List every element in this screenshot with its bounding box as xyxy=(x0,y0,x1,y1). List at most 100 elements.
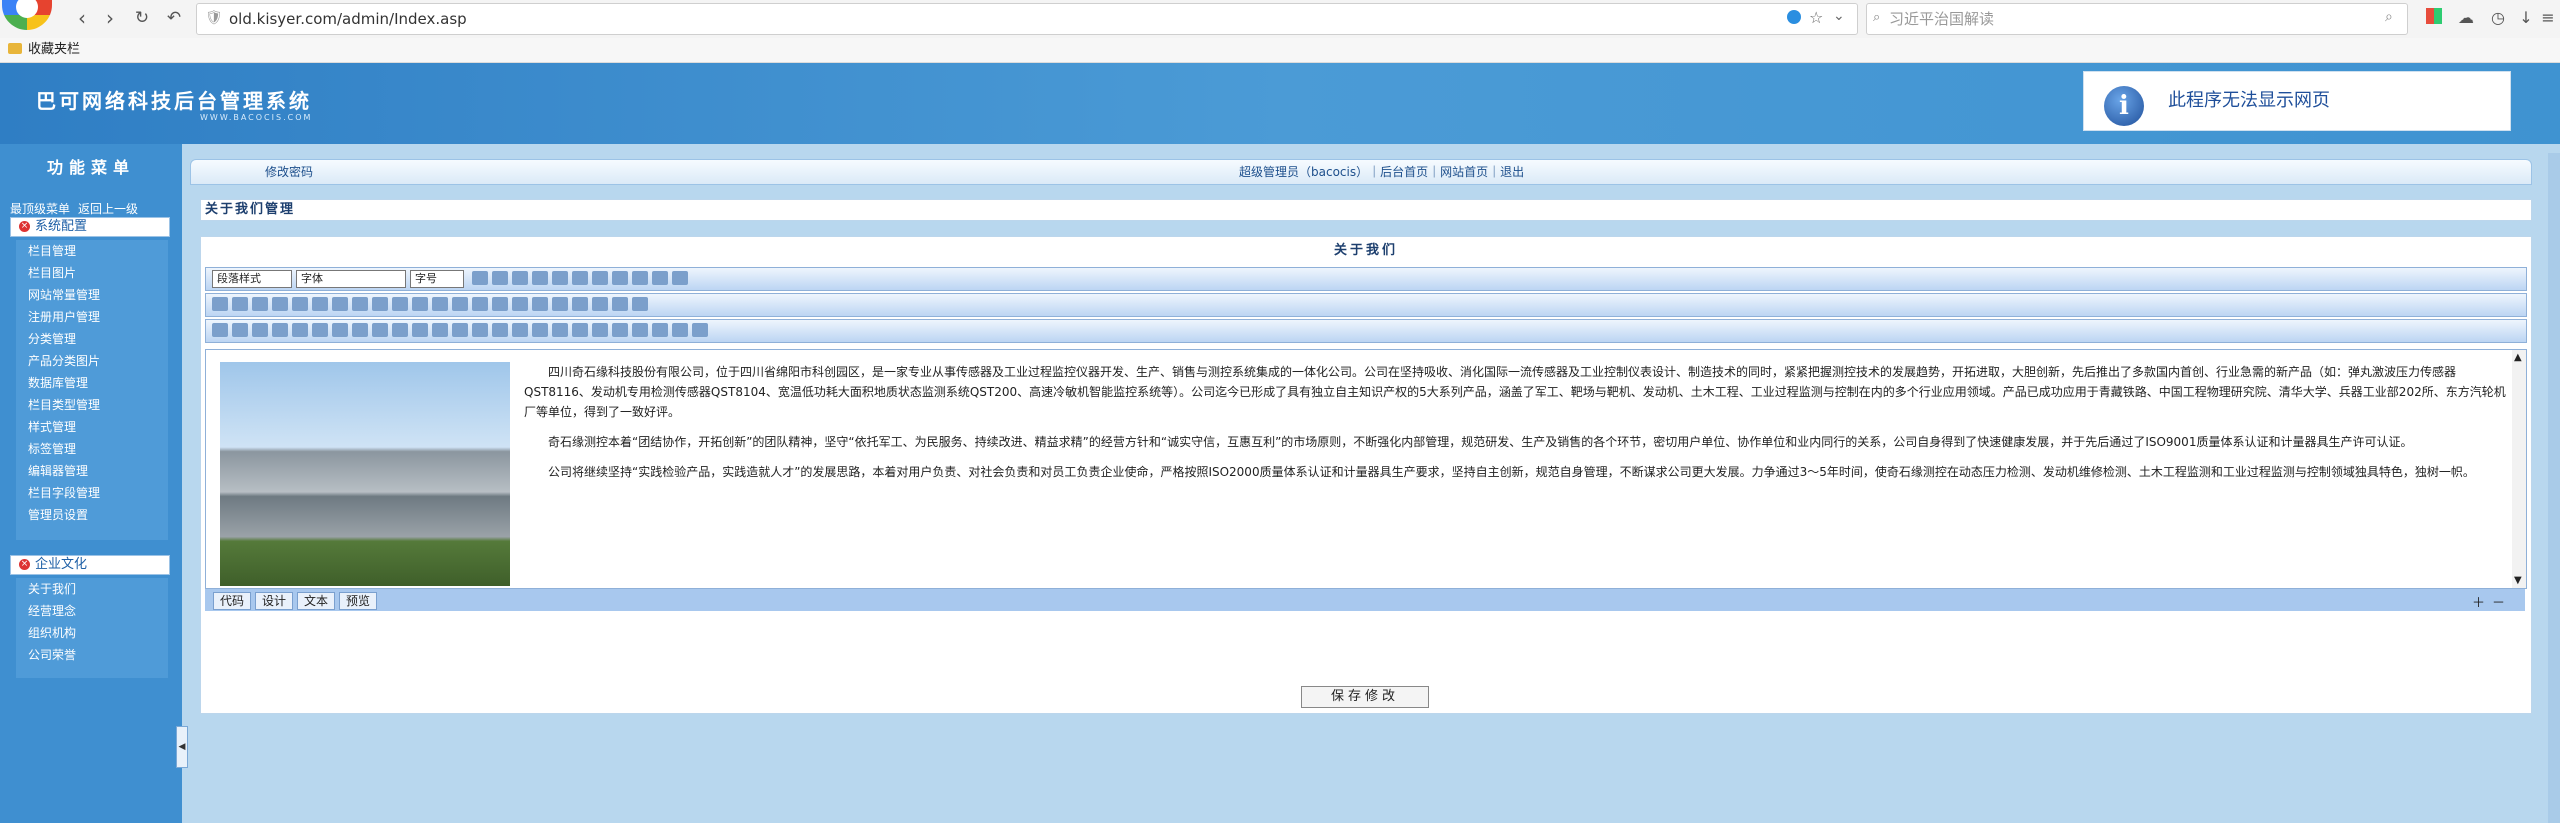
forward-icon[interactable]: › xyxy=(98,5,122,31)
star-icon[interactable]: ☆ xyxy=(1809,8,1823,27)
format-icon[interactable] xyxy=(592,297,608,311)
paragraph-style-select[interactable]: 段落样式 xyxy=(212,270,292,288)
replace-icon[interactable] xyxy=(552,297,568,311)
size-select[interactable]: 字号 xyxy=(410,270,464,288)
print-icon[interactable] xyxy=(572,297,588,311)
sidebar-item[interactable]: 公司荣誉 xyxy=(16,644,168,666)
unlink-icon[interactable] xyxy=(452,323,468,337)
scrollbar[interactable]: ▲ ▼ xyxy=(2512,350,2526,588)
editor-content[interactable]: 四川奇石缘科技股份有限公司，位于四川省绵阳市科创园区，是一家专业从事传感器及工业… xyxy=(205,349,2527,589)
sidebar-item[interactable]: 标签管理 xyxy=(16,438,168,460)
mode-text-button[interactable]: 文本 xyxy=(297,592,336,610)
pen-icon[interactable] xyxy=(552,323,568,337)
sidebar-item[interactable]: 网站常量管理 xyxy=(16,284,168,306)
align-justify-icon[interactable] xyxy=(672,271,689,285)
user-links[interactable]: 超级管理员（bacocis）｜后台首页｜网站首页｜退出 xyxy=(1239,160,1524,184)
unordered-list-icon[interactable] xyxy=(452,297,468,311)
sidebar-item[interactable]: 编辑器管理 xyxy=(16,460,168,482)
sidebar-item[interactable]: 栏目管理 xyxy=(16,240,168,262)
copy-format-icon[interactable] xyxy=(332,323,348,337)
fullscreen-icon[interactable] xyxy=(672,323,688,337)
form-icon[interactable] xyxy=(372,323,388,337)
address-bar[interactable]: 🛡 old.kisyer.com/admin/Index.asp ☆ ⌄ xyxy=(196,3,1858,35)
sidebar-item[interactable]: 组织机构 xyxy=(16,622,168,644)
superscript-icon[interactable] xyxy=(552,271,569,285)
preview-icon[interactable] xyxy=(612,297,628,311)
sidebar-item[interactable]: 分类管理 xyxy=(16,328,168,350)
save-button[interactable]: 保存修改 xyxy=(1301,686,1429,708)
font-size-icon[interactable] xyxy=(592,271,609,285)
pointer-icon[interactable] xyxy=(412,297,428,311)
sidebar-item[interactable]: 栏目类型管理 xyxy=(16,394,168,416)
align-right-icon[interactable] xyxy=(652,271,669,285)
strike-icon[interactable] xyxy=(532,271,549,285)
back-icon[interactable]: ‹ xyxy=(70,5,94,31)
cut-icon[interactable] xyxy=(212,297,228,311)
top-menu-link[interactable]: 最顶级菜单 xyxy=(10,202,70,216)
undo-icon[interactable] xyxy=(352,297,368,311)
paragraph-icon[interactable] xyxy=(512,297,528,311)
table-icon[interactable] xyxy=(352,323,368,337)
mode-design-button[interactable]: 设计 xyxy=(255,592,294,610)
attachment-icon[interactable] xyxy=(272,323,288,337)
align-left-icon[interactable] xyxy=(612,271,629,285)
ie-mode-icon[interactable] xyxy=(1787,10,1801,24)
globe-icon[interactable] xyxy=(572,323,588,337)
gallery-icon[interactable] xyxy=(632,323,648,337)
help-icon[interactable] xyxy=(692,323,708,337)
find-icon[interactable] xyxy=(292,297,308,311)
sidebar-item[interactable]: 样式管理 xyxy=(16,416,168,438)
paste-icon[interactable] xyxy=(252,297,268,311)
group-corporate-culture[interactable]: × 企业文化 xyxy=(10,555,170,575)
insert-media-icon[interactable] xyxy=(252,323,268,337)
underline-icon[interactable] xyxy=(512,271,529,285)
indent-icon[interactable] xyxy=(472,297,488,311)
input-icon[interactable] xyxy=(412,323,428,337)
hr-icon[interactable] xyxy=(392,323,408,337)
subscript-icon[interactable] xyxy=(572,271,589,285)
sidebar-item[interactable]: 管理员设置 xyxy=(16,504,168,526)
photo-icon[interactable] xyxy=(612,323,628,337)
expand-icon[interactable]: ＋ xyxy=(2472,592,2485,611)
content-text[interactable]: 四川奇石缘科技股份有限公司，位于四川省绵阳市科创园区，是一家专业从事传感器及工业… xyxy=(220,362,2510,586)
document-icon[interactable] xyxy=(292,323,308,337)
back-link[interactable]: 返回上一级 xyxy=(78,202,138,216)
anchor-icon[interactable] xyxy=(472,323,488,337)
clock-icon[interactable]: ◷ xyxy=(2486,5,2510,31)
sidebar-item[interactable]: 关于我们 xyxy=(16,578,168,600)
mode-code-button[interactable]: 代码 xyxy=(213,592,252,610)
sidebar-toggle-icon[interactable]: ◀ xyxy=(176,726,188,768)
cloud-icon[interactable]: ☁ xyxy=(2454,5,2478,31)
table-grid-icon[interactable] xyxy=(492,323,508,337)
select-icon[interactable] xyxy=(392,297,408,311)
sidebar-item[interactable]: 栏目图片 xyxy=(16,262,168,284)
outdent-icon[interactable] xyxy=(492,297,508,311)
apps-icon[interactable] xyxy=(2426,8,2442,24)
grid-icon[interactable] xyxy=(652,323,668,337)
search-icon[interactable]: ⌕ xyxy=(2385,9,2393,25)
image-icon[interactable] xyxy=(532,297,548,311)
dropdown-icon[interactable]: ⌄ xyxy=(1833,8,1845,24)
layer-icon[interactable] xyxy=(312,323,328,337)
paste-text-icon[interactable] xyxy=(272,297,288,311)
scroll-up-icon[interactable]: ▲ xyxy=(2514,352,2522,363)
change-password-link[interactable]: 修改密码 xyxy=(265,160,313,184)
font-select[interactable]: 字体 xyxy=(296,270,406,288)
image-edit-icon[interactable] xyxy=(592,323,608,337)
menu-icon[interactable]: ≡ xyxy=(2536,5,2560,31)
insert-flash-icon[interactable] xyxy=(232,323,248,337)
sidebar-item[interactable]: 经营理念 xyxy=(16,600,168,622)
shrink-icon[interactable]: － xyxy=(2492,592,2505,611)
sidebar-item[interactable]: 栏目字段管理 xyxy=(16,482,168,504)
bookmarks-label[interactable]: 收藏夹栏 xyxy=(28,38,80,62)
page-scrollbar[interactable] xyxy=(2548,153,2560,823)
insert-image-icon[interactable] xyxy=(212,323,228,337)
align-center-icon[interactable] xyxy=(632,271,649,285)
undo-icon[interactable]: ↶ xyxy=(162,5,186,31)
group-system-config[interactable]: × 系统配置 xyxy=(10,217,170,237)
symbol-icon[interactable] xyxy=(512,323,528,337)
redo-icon[interactable] xyxy=(372,297,388,311)
download-icon[interactable]: ↓ xyxy=(2514,5,2538,31)
refresh-icon[interactable]: ↻ xyxy=(130,5,154,31)
bold-icon[interactable] xyxy=(472,271,489,285)
